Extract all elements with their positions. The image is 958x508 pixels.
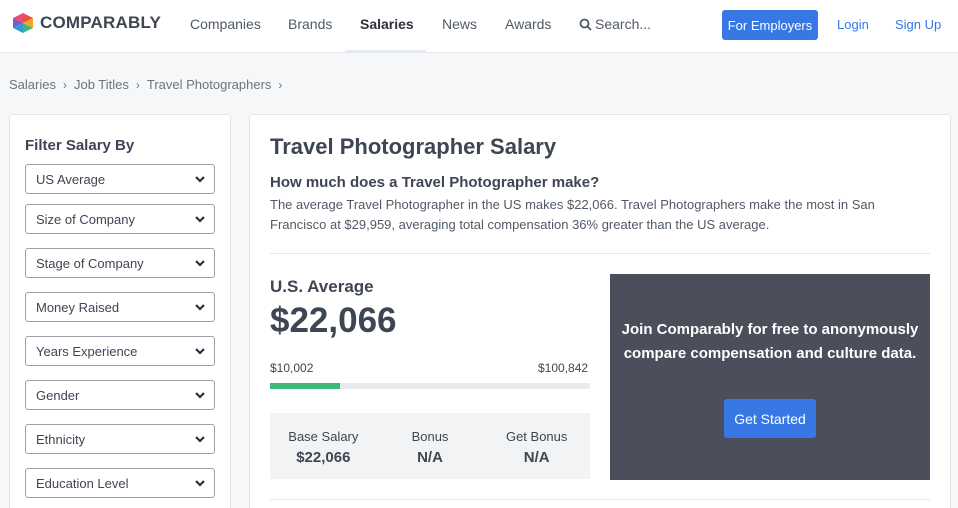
chevron-right-icon: › <box>62 77 67 92</box>
salary-range-bar <box>270 383 590 389</box>
filter-select-size-of-company[interactable]: Size of Company <box>25 204 215 234</box>
nav-salaries[interactable]: Salaries <box>360 16 414 32</box>
chevron-down-icon <box>195 260 205 267</box>
filter-select-education-level[interactable]: Education Level <box>25 468 215 498</box>
filter-select-label: Size of Company <box>36 211 135 227</box>
join-promo-card: Join Comparably for free to anonymously … <box>610 274 930 480</box>
salary-range-fill <box>270 383 341 389</box>
section-heading: How much does a Travel Photographer make… <box>270 174 600 191</box>
filter-select-label: Stage of Company <box>36 255 144 271</box>
filter-sidebar: Filter Salary By US Average Size of Compa… <box>9 114 231 508</box>
active-nav-indicator <box>345 50 426 53</box>
filter-select-label: Money Raised <box>36 299 120 315</box>
filter-select-us-average[interactable]: US Average <box>25 164 215 194</box>
salary-breakdown: Base Salary $22,066 Bonus N/A Get Bonus … <box>270 413 590 479</box>
filter-select-stage-of-company[interactable]: Stage of Company <box>25 248 215 278</box>
breadcrumb-job-titles[interactable]: Job Titles <box>74 77 129 92</box>
stat-value: $22,066 <box>296 449 351 466</box>
filter-select-label: Ethnicity <box>36 431 86 447</box>
stat-label: Bonus <box>411 429 449 444</box>
filter-select-ethnicity[interactable]: Ethnicity <box>25 424 215 454</box>
chevron-down-icon <box>195 216 205 223</box>
chevron-down-icon <box>195 176 205 183</box>
stat-bonus: Bonus N/A <box>377 413 484 479</box>
stat-base-salary: Base Salary $22,066 <box>270 413 377 479</box>
stat-value: N/A <box>417 449 443 466</box>
chevron-right-icon: › <box>135 77 140 92</box>
nav-brands[interactable]: Brands <box>288 16 332 32</box>
chevron-down-icon <box>195 436 205 443</box>
nav-news[interactable]: News <box>442 16 477 32</box>
breadcrumb: Salaries › Job Titles › Travel Photograp… <box>9 77 289 92</box>
us-average-value: $22,066 <box>270 301 397 340</box>
logo-icon <box>13 13 33 33</box>
logo-text: COMPARABLY <box>40 13 162 32</box>
chevron-down-icon <box>195 480 205 487</box>
promo-text: Join Comparably for free to anonymously … <box>621 321 919 362</box>
chevron-down-icon <box>195 392 205 399</box>
search-label: Search... <box>595 16 652 32</box>
search-button[interactable]: Search... <box>579 16 651 32</box>
get-started-button[interactable]: Get Started <box>724 399 816 438</box>
stat-get-bonus: Get Bonus N/A <box>483 413 590 479</box>
us-average-label: U.S. Average <box>270 277 374 296</box>
breadcrumb-travel-photographers[interactable]: Travel Photographers <box>147 77 272 92</box>
for-employers-button[interactable]: For Employers <box>722 10 818 40</box>
range-min-value: $10,002 <box>270 361 314 375</box>
filter-select-gender[interactable]: Gender <box>25 380 215 410</box>
comparably-logo[interactable]: COMPARABLY <box>12 12 161 34</box>
salary-description: The average Travel Photographer in the U… <box>270 197 875 232</box>
chevron-down-icon <box>195 304 205 311</box>
stat-value: N/A <box>523 449 550 466</box>
filter-select-years-experience[interactable]: Years Experience <box>25 336 215 366</box>
filter-title: Filter Salary By <box>25 137 135 154</box>
search-icon <box>579 18 592 31</box>
top-header: COMPARABLY Companies Brands Salaries New… <box>0 0 958 53</box>
divider <box>270 499 930 500</box>
filter-select-label: Years Experience <box>36 343 138 359</box>
nav-awards[interactable]: Awards <box>505 16 551 32</box>
nav-companies[interactable]: Companies <box>190 16 261 32</box>
page-title: Travel Photographer Salary <box>270 134 557 159</box>
salary-panel: Travel Photographer Salary How much does… <box>249 114 951 508</box>
filter-select-label: Gender <box>36 387 80 403</box>
filter-select-label: Education Level <box>36 475 129 491</box>
chevron-down-icon <box>195 348 205 355</box>
divider <box>270 253 930 254</box>
stat-label: Get Bonus <box>505 429 568 444</box>
filter-select-label: US Average <box>36 171 106 187</box>
filter-select-money-raised[interactable]: Money Raised <box>25 292 215 322</box>
stat-label: Base Salary <box>288 429 359 444</box>
breadcrumb-salaries[interactable]: Salaries <box>9 77 56 92</box>
signup-link[interactable]: Sign Up <box>895 17 941 32</box>
login-link[interactable]: Login <box>837 17 869 32</box>
chevron-right-icon: › <box>278 77 283 92</box>
range-max-value: $100,842 <box>538 361 589 375</box>
